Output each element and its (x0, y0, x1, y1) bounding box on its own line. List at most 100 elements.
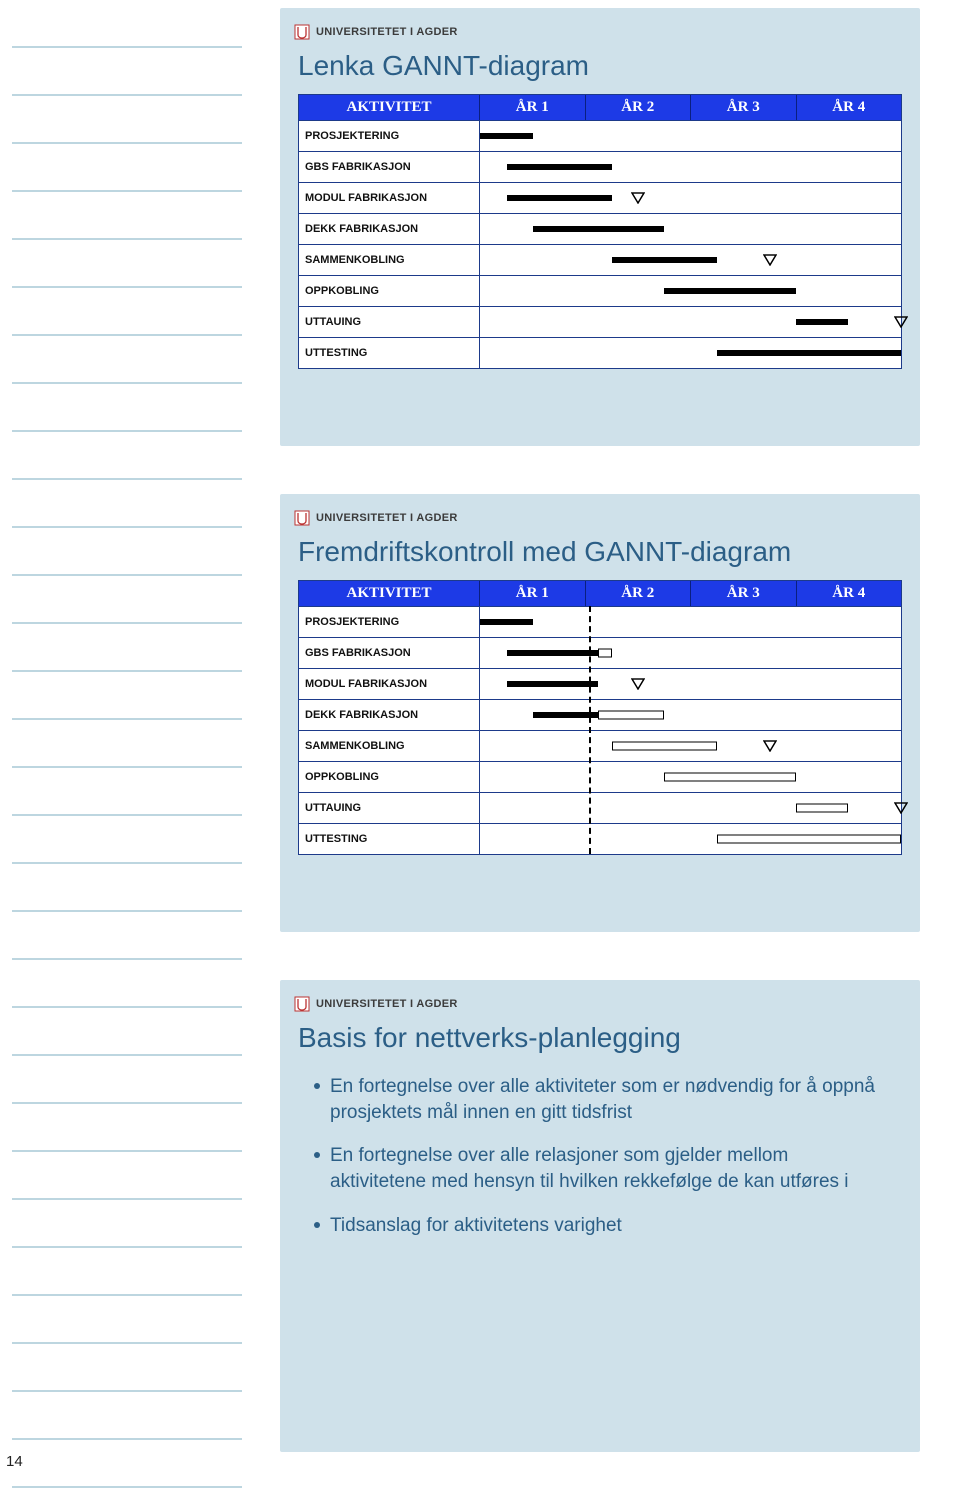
milestone-icon (632, 679, 644, 689)
university-logo-icon (294, 996, 310, 1012)
gantt-track (480, 183, 901, 213)
gantt-track (480, 121, 901, 151)
gantt-row-label: UTTESTING (299, 338, 480, 368)
bullet-text: En fortegnelse over alle relasjoner som … (330, 1143, 886, 1194)
gantt-chart-2: AKTIVITET ÅR 1 ÅR 2 ÅR 3 ÅR 4 PROSJEKTER… (298, 580, 902, 855)
gantt-header: AKTIVITET ÅR 1 ÅR 2 ÅR 3 ÅR 4 (299, 95, 901, 120)
gantt-track (480, 638, 901, 668)
gantt-track (480, 793, 901, 823)
gantt-row: GBS FABRIKASJON (299, 637, 901, 668)
gantt-row-label: GBS FABRIKASJON (299, 152, 480, 182)
gantt-bar (796, 804, 849, 813)
bullet-text: Tidsanslag for aktivitetens varighet (330, 1213, 622, 1239)
gantt-bar (717, 350, 901, 356)
gantt-row: UTTAUING (299, 792, 901, 823)
page-number: 14 (6, 1453, 23, 1470)
gantt-row-label: SAMMENKOBLING (299, 731, 480, 761)
gantt-track (480, 276, 901, 306)
gantt-track (480, 152, 901, 182)
gantt-row: SAMMENKOBLING (299, 244, 901, 275)
gantt-row-label: MODUL FABRIKASJON (299, 183, 480, 213)
gantt-header-year: ÅR 1 (480, 95, 586, 120)
gantt-row: OPPKOBLING (299, 761, 901, 792)
gantt-row-label: DEKK FABRIKASJON (299, 214, 480, 244)
university-logo-icon (294, 510, 310, 526)
gantt-bar (507, 681, 598, 687)
gantt-row-label: GBS FABRIKASJON (299, 638, 480, 668)
gantt-track (480, 700, 901, 730)
gantt-row-label: MODUL FABRIKASJON (299, 669, 480, 699)
gantt-header-year: ÅR 4 (797, 581, 902, 606)
gantt-track (480, 731, 901, 761)
bullet-item: Tidsanslag for aktivitetens varighet (314, 1213, 886, 1239)
gantt-row: PROSJEKTERING (299, 120, 901, 151)
gantt-header-year: ÅR 3 (691, 95, 797, 120)
gantt-bar (480, 133, 533, 139)
gantt-row-label: UTTAUING (299, 793, 480, 823)
status-line (589, 606, 591, 854)
milestone-icon (764, 741, 776, 751)
gantt-header-year: ÅR 2 (586, 581, 692, 606)
university-logo-icon (294, 24, 310, 40)
gantt-row-label: UTTAUING (299, 307, 480, 337)
bullet-item: En fortegnelse over alle aktiviteter som… (314, 1074, 886, 1125)
brand-text: UNIVERSITETET I AGDER (316, 512, 458, 524)
milestone-icon (764, 255, 776, 265)
gantt-row: SAMMENKOBLING (299, 730, 901, 761)
bullet-item: En fortegnelse over alle relasjoner som … (314, 1143, 886, 1194)
gantt-row-label: DEKK FABRIKASJON (299, 700, 480, 730)
bullet-text: En fortegnelse over alle aktiviteter som… (330, 1074, 886, 1125)
slide-title-2: Fremdriftskontroll med GANNT-diagram (298, 536, 906, 568)
gantt-bar (598, 711, 665, 720)
gantt-track (480, 214, 901, 244)
gantt-row: OPPKOBLING (299, 275, 901, 306)
gantt-row: DEKK FABRIKASJON (299, 213, 901, 244)
gantt-bar (796, 319, 849, 325)
brand-logo: UNIVERSITETET I AGDER (294, 996, 906, 1012)
brand-text: UNIVERSITETET I AGDER (316, 998, 458, 1010)
brand-logo: UNIVERSITETET I AGDER (294, 510, 906, 526)
brand-logo: UNIVERSITETET I AGDER (294, 24, 906, 40)
notebook-rules (12, 0, 242, 1476)
gantt-track (480, 762, 901, 792)
gantt-track (480, 245, 901, 275)
gantt-row: UTTESTING (299, 337, 901, 368)
gantt-row-label: PROSJEKTERING (299, 607, 480, 637)
gantt-bar (717, 835, 901, 844)
slide-title-1: Lenka GANNT-diagram (298, 50, 906, 82)
gantt-header-year: ÅR 4 (797, 95, 902, 120)
gantt-bar (612, 742, 717, 751)
slide-title-3: Basis for nettverks-planlegging (298, 1022, 906, 1054)
gantt-header: AKTIVITET ÅR 1 ÅR 2 ÅR 3 ÅR 4 (299, 581, 901, 606)
gantt-bar (507, 650, 598, 656)
milestone-icon (632, 193, 644, 203)
gantt-header-activity: AKTIVITET (299, 95, 480, 120)
gantt-row: DEKK FABRIKASJON (299, 699, 901, 730)
gantt-row-label: PROSJEKTERING (299, 121, 480, 151)
gantt-row: MODUL FABRIKASJON (299, 668, 901, 699)
brand-text: UNIVERSITETET I AGDER (316, 26, 458, 38)
milestone-icon (895, 803, 907, 813)
bullet-icon (314, 1083, 320, 1089)
slide-panel-2: UNIVERSITETET I AGDER Fremdriftskontroll… (280, 494, 920, 932)
gantt-row-label: UTTESTING (299, 824, 480, 854)
milestone-icon (895, 317, 907, 327)
gantt-bar (507, 195, 612, 201)
gantt-row-label: OPPKOBLING (299, 762, 480, 792)
slide-panel-3: UNIVERSITETET I AGDER Basis for nettverk… (280, 980, 920, 1452)
gantt-row: UTTAUING (299, 306, 901, 337)
gantt-row: GBS FABRIKASJON (299, 151, 901, 182)
gantt-header-year: ÅR 2 (586, 95, 692, 120)
gantt-bar (533, 226, 665, 232)
gantt-track (480, 307, 901, 337)
gantt-bar (664, 288, 795, 294)
gantt-row-label: SAMMENKOBLING (299, 245, 480, 275)
gantt-row: MODUL FABRIKASJON (299, 182, 901, 213)
gantt-track (480, 338, 901, 368)
gantt-bar (612, 257, 717, 263)
gantt-bar (598, 649, 612, 658)
gantt-chart-1: AKTIVITET ÅR 1 ÅR 2 ÅR 3 ÅR 4 PROSJEKTER… (298, 94, 902, 369)
gantt-bar (664, 773, 795, 782)
gantt-track (480, 607, 901, 637)
gantt-row: UTTESTING (299, 823, 901, 854)
